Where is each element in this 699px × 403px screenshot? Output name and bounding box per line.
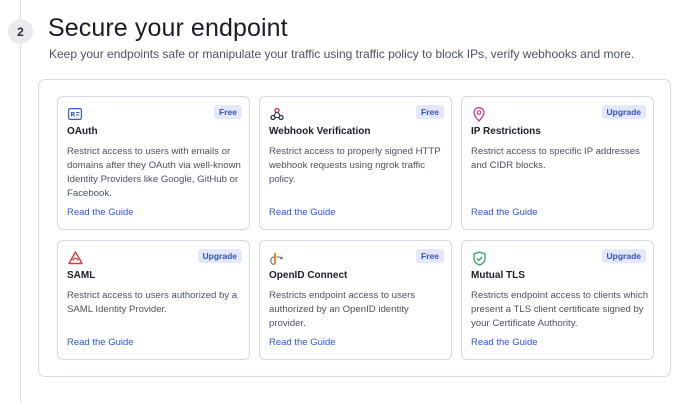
oauth-icon: R xyxy=(67,106,83,122)
step-connector-line xyxy=(20,0,21,403)
card-mutual-tls: Upgrade Mutual TLS Restricts endpoint ac… xyxy=(461,240,654,360)
card-openid-connect: Free OpenID Connect Restricts endpoint a… xyxy=(259,240,452,360)
read-guide-link-openid[interactable]: Read the Guide xyxy=(269,337,336,348)
card-description: Restrict access to properly signed HTTP … xyxy=(269,146,441,185)
read-guide-link-webhook[interactable]: Read the Guide xyxy=(269,207,336,218)
card-saml: Upgrade SAML Restrict access to users au… xyxy=(57,240,250,360)
saml-icon xyxy=(67,250,83,266)
card-title: OpenID Connect xyxy=(269,270,348,281)
page-title: Secure your endpoint xyxy=(48,14,288,42)
card-description: Restricts endpoint access to clients whi… xyxy=(471,290,649,329)
page-subtitle: Keep your endpoints safe or manipulate y… xyxy=(49,47,635,61)
plan-badge: Free xyxy=(416,105,444,119)
card-description: Restrict access to specific IP addresses… xyxy=(471,146,640,171)
read-guide-link-mutual-tls[interactable]: Read the Guide xyxy=(471,337,538,348)
card-title: OAuth xyxy=(67,126,98,137)
plan-badge: Upgrade xyxy=(601,249,646,263)
plan-badge: Upgrade xyxy=(197,249,242,263)
card-oauth: R Free OAuth Restrict access to users wi… xyxy=(57,96,250,230)
card-ip-restrictions: Upgrade IP Restrictions Restrict access … xyxy=(461,96,654,230)
read-guide-link-oauth[interactable]: Read the Guide xyxy=(67,207,134,218)
card-description: Restricts endpoint access to users autho… xyxy=(269,290,416,329)
read-guide-link-saml[interactable]: Read the Guide xyxy=(67,337,134,348)
openid-icon xyxy=(269,250,285,266)
svg-text:R: R xyxy=(70,111,75,119)
step-number-badge: 2 xyxy=(8,19,33,44)
card-title: Mutual TLS xyxy=(471,270,525,281)
card-webhook-verification: Free Webhook Verification Restrict acces… xyxy=(259,96,452,230)
webhook-icon xyxy=(269,106,285,122)
card-description: Restrict access to users with emails or … xyxy=(67,146,241,199)
plan-badge: Upgrade xyxy=(601,105,646,119)
read-guide-link-ip[interactable]: Read the Guide xyxy=(471,207,538,218)
card-title: Webhook Verification xyxy=(269,126,371,137)
card-title: IP Restrictions xyxy=(471,126,541,137)
card-description: Restrict access to users authorized by a… xyxy=(67,290,238,315)
plan-badge: Free xyxy=(416,249,444,263)
card-title: SAML xyxy=(67,270,96,281)
plan-badge: Free xyxy=(214,105,242,119)
location-pin-icon xyxy=(471,106,487,122)
shield-check-icon xyxy=(471,250,487,266)
security-options-panel: R Free OAuth Restrict access to users wi… xyxy=(38,79,671,377)
